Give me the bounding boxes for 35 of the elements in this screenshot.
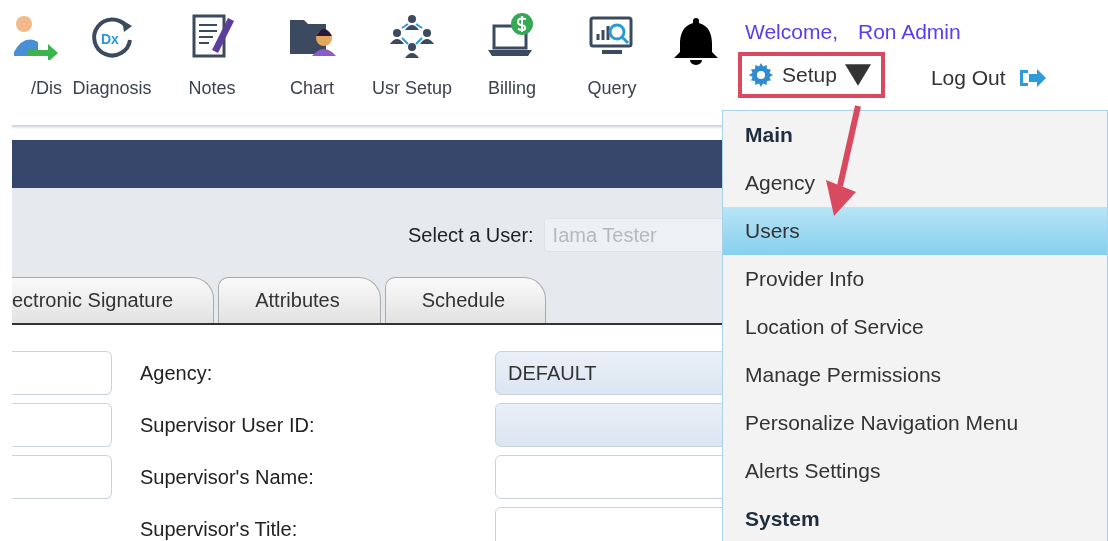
menu-item[interactable]: Agency — [723, 159, 1107, 207]
menu-item[interactable]: Users — [723, 207, 1107, 255]
menu-item[interactable]: Alerts Settings — [723, 447, 1107, 495]
field-label: Supervisor's Title: — [140, 517, 299, 541]
gear-icon — [748, 62, 774, 88]
toolbar-button[interactable]: Usr Setup — [362, 0, 462, 100]
menu-item[interactable]: Location of Service — [723, 303, 1107, 351]
logout-icon — [1017, 68, 1046, 88]
toolbar-button[interactable]: Notes — [162, 0, 262, 100]
input-field[interactable] — [12, 403, 112, 447]
toolbar-button[interactable]: Dx Diagnosis — [62, 0, 162, 100]
input-field[interactable] — [12, 351, 112, 395]
caret-icon — [844, 62, 871, 88]
menu-section-title: System — [744, 506, 821, 532]
logout-link[interactable]: Log Out — [930, 66, 1046, 90]
toolbar-button[interactable]: Chart — [262, 0, 362, 100]
menu-item[interactable]: Personalize Navigation Menu — [723, 399, 1107, 447]
user-network-icon — [388, 12, 436, 60]
field-label: Supervisor's Name: — [140, 465, 315, 489]
input-field[interactable] — [12, 455, 112, 499]
setup-button[interactable]: Setup — [738, 52, 885, 98]
toolbar-button[interactable]: Query — [562, 0, 662, 100]
tab[interactable]: Attributes — [218, 277, 381, 323]
menu-section-title: Main — [744, 122, 794, 148]
field-label: Agency: — [140, 361, 214, 385]
user-name: Ron Admin — [858, 20, 961, 44]
tab[interactable]: ectronic Signature — [12, 277, 215, 323]
tab[interactable]: Schedule — [384, 277, 547, 323]
menu-item[interactable]: Provider Info — [723, 255, 1107, 303]
toolbar-button[interactable]: /Dis — [0, 0, 62, 100]
bell-icon[interactable] — [672, 16, 720, 66]
welcome-text: Welcome, — [745, 20, 838, 44]
toolbar-button[interactable]: Billing — [462, 0, 562, 100]
field-label: Select a User: — [408, 223, 534, 247]
field-label: Supervisor User ID: — [140, 413, 316, 437]
